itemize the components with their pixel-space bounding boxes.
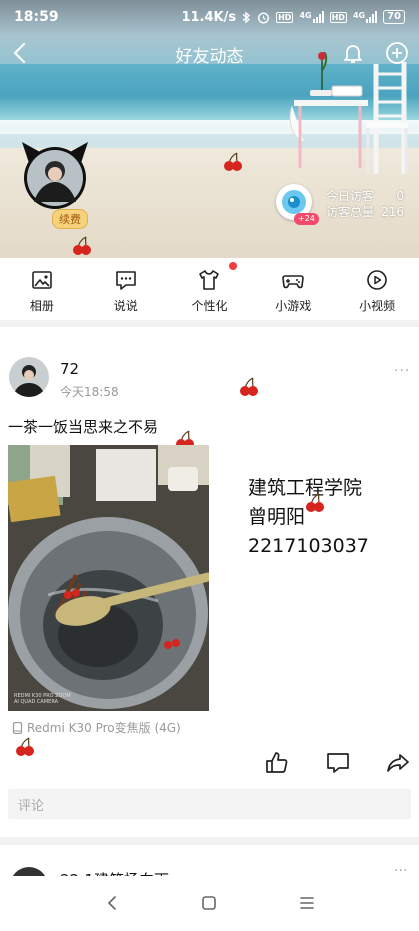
today-visitors-label: 今日访客 — [326, 189, 375, 203]
bluetooth-icon — [242, 11, 251, 23]
message-bubble-icon — [115, 271, 136, 290]
quick-menu: 相册 说说 个性化 小游戏 小视频 — [0, 258, 419, 320]
network-speed: 11.4K/s — [181, 9, 237, 25]
visitor-stats[interactable]: 今日访客 0 访客总量 216 — [326, 188, 404, 220]
cherry-icon — [16, 737, 34, 756]
hd-badge-1: HD — [276, 11, 294, 23]
menu-label-personalize: 个性化 — [191, 299, 228, 313]
battery-indicator: 70 — [383, 10, 405, 24]
comment-input[interactable]: 评论 — [8, 789, 411, 819]
profile-avatar[interactable] — [20, 140, 90, 210]
cherry-icon — [240, 377, 258, 396]
hd-badge-2: HD — [329, 11, 347, 23]
signal-2: 4G — [353, 11, 378, 23]
menu-label-videos: 小视频 — [359, 299, 396, 313]
menu-label-games: 小游戏 — [275, 299, 312, 313]
renew-badge[interactable]: 续费 — [52, 209, 88, 229]
like-icon[interactable] — [264, 750, 290, 776]
chair-decoration — [289, 52, 408, 174]
menu-item-shuoshuo[interactable]: 说说 — [84, 258, 168, 320]
system-navigation-bar — [0, 876, 419, 931]
system-home-icon[interactable] — [200, 894, 218, 912]
status-indicators: 11.4K/s HD 4G HD 4G 70 — [181, 10, 405, 25]
menu-item-videos[interactable]: 小视频 — [335, 258, 419, 320]
phone-icon — [12, 721, 23, 734]
menu-label-album: 相册 — [29, 299, 54, 313]
system-menu-icon[interactable] — [298, 894, 316, 912]
today-visitors-value: 0 — [396, 189, 405, 203]
post-author-avatar[interactable] — [9, 357, 49, 397]
visitor-badge-count: +24 — [294, 213, 319, 225]
feed-post: 72 今天18:58 ··· 一茶一饭当思来之不易 REDMI K30 PRO … — [0, 327, 419, 837]
post-timestamp: 今天18:58 — [60, 385, 119, 399]
cherry-icon — [306, 493, 324, 512]
post-photo[interactable]: REDMI K30 PRO ZOOM AI QUAD CAMERA — [8, 445, 209, 711]
total-visitors-label: 访客总量 — [326, 205, 375, 219]
menu-label-shuoshuo: 说说 — [113, 299, 138, 313]
post-author-name[interactable]: 72 — [60, 360, 79, 378]
menu-item-album[interactable]: 相册 — [0, 258, 84, 320]
menu-item-personalize[interactable]: 个性化 — [168, 258, 252, 320]
photo-bowl-image — [8, 445, 209, 711]
status-bar: 18:59 11.4K/s HD 4G HD 4G 70 — [0, 0, 419, 34]
cherry-icon — [73, 236, 91, 255]
status-time: 18:59 — [14, 9, 59, 25]
cherry-icon — [224, 152, 242, 171]
play-circle-icon — [367, 270, 387, 290]
overlay-line-id: 2217103037 — [248, 535, 369, 557]
photo-album-icon — [32, 271, 52, 289]
signal-1: 4G — [299, 11, 324, 23]
post-more-button[interactable]: ··· — [394, 363, 410, 379]
total-visitors-value: 216 — [381, 205, 405, 219]
post-text: 一茶一饭当思来之不易 — [8, 418, 159, 436]
post-overlay-text: 建筑工程学院 曾明阳 2217103037 — [248, 474, 369, 561]
menu-item-games[interactable]: 小游戏 — [251, 258, 335, 320]
comment-icon[interactable] — [325, 750, 351, 776]
system-back-icon[interactable] — [104, 894, 122, 912]
tshirt-icon — [199, 270, 220, 290]
notification-dot — [229, 262, 237, 270]
alarm-icon — [258, 11, 270, 24]
profile-cover: 18:59 11.4K/s HD 4G HD 4G 70 好友动态 续费 +24… — [0, 0, 419, 258]
share-icon[interactable] — [385, 750, 411, 776]
photo-watermark: REDMI K30 PRO ZOOM AI QUAD CAMERA — [14, 693, 71, 705]
post-device-info: Redmi K30 Pro变焦版 (4G) — [12, 719, 181, 736]
gamepad-icon — [282, 275, 305, 289]
device-name: Redmi K30 Pro变焦版 (4G) — [27, 721, 181, 735]
